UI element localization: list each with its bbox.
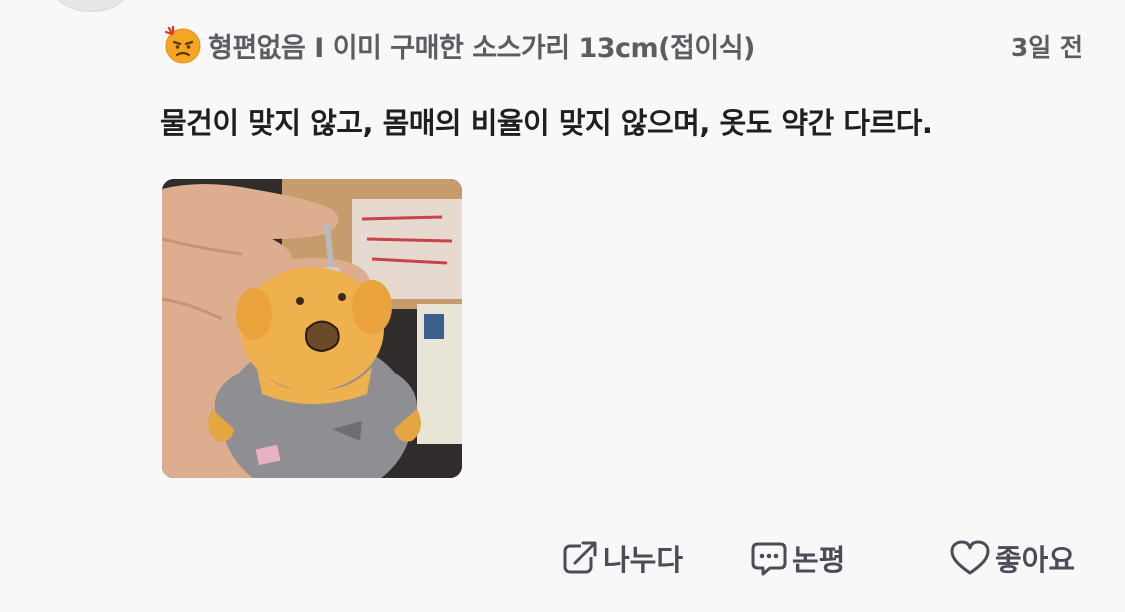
heart-icon [949,539,991,577]
review-photo[interactable] [162,179,462,478]
review-meta-row: 형편없음 I 이미 구매한 소스가리 13cm(접이식) 3일 전 [163,22,1083,65]
comment-label: 논평 [792,543,846,577]
share-button[interactable]: 나누다 [561,530,683,586]
angry-face-icon [163,25,203,65]
review-body-text: 물건이 맞지 않고, 몸매의 비율이 맞지 않으며, 옷도 약간 다르다. [160,106,933,140]
review-actions-bar: 나누다 논평 좋아요 [0,530,1125,590]
share-label: 나누다 [603,543,684,577]
share-icon [561,539,599,577]
plush-keychain-photo [162,179,462,478]
review-rating-and-product: 형편없음 I 이미 구매한 소스가리 13cm(접이식) [208,33,755,64]
comment-icon [750,539,788,577]
like-button[interactable]: 좋아요 [949,530,1075,586]
review-card: 형편없음 I 이미 구매한 소스가리 13cm(접이식) 3일 전 물건이 맞지… [0,0,1125,612]
like-label: 좋아요 [995,543,1076,577]
comment-button[interactable]: 논평 [750,530,845,586]
review-timestamp: 3일 전 [1010,33,1083,62]
